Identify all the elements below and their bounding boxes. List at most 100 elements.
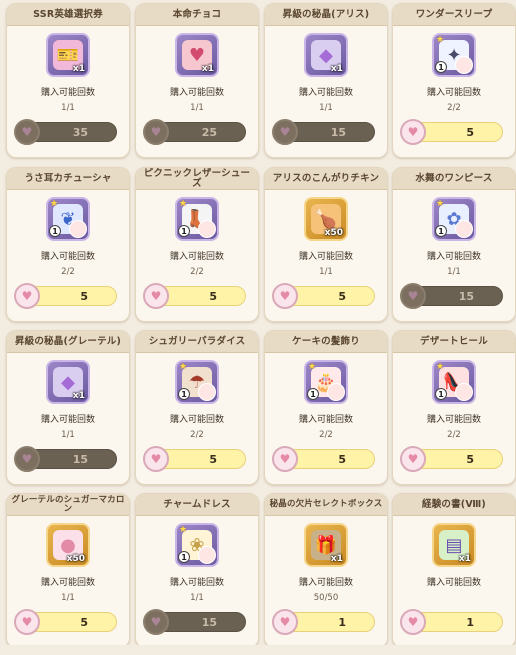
buy-button[interactable]: ♥ 1 — [400, 609, 503, 635]
buy-button[interactable]: ♥ 25 — [143, 119, 246, 145]
item-quantity: x50 — [66, 554, 85, 564]
item-name: グレーテルのシュガーマカロン — [7, 494, 129, 516]
buy-button[interactable]: ♥ 5 — [14, 283, 117, 309]
shop-grid: SSR英雄選択券 🎫 x1 購入可能回数 1/1 ♥ 35 本命チョコ ♥ x1 購入可能回数 1/1… — [0, 0, 516, 655]
buy-button[interactable]: ♥ 1 — [272, 609, 375, 635]
equip-count-badge: 1 — [49, 225, 61, 237]
heart-coin-icon: ♥ — [14, 609, 40, 635]
character-portrait-icon — [455, 220, 473, 238]
heart-coin-icon: ♥ — [272, 446, 298, 472]
item-name: ケーキの髪飾り — [265, 331, 387, 353]
price-value: 15 — [72, 452, 88, 466]
item-name: シュガリーパラダイス — [136, 331, 258, 353]
item-quantity: x1 — [458, 554, 471, 564]
purchase-limit-label: 購入可能回数 — [426, 578, 481, 588]
price-value: 5 — [80, 289, 88, 303]
item-icon-frame: ❦ ★ 1 — [46, 197, 90, 241]
shop-item-card[interactable]: グレーテルのシュガーマカロン ● x50 購入可能回数 1/1 ♥ 5 — [6, 493, 130, 648]
shop-item-card[interactable]: うさ耳カチューシャ ❦ ★ 1 購入可能回数 2/2 ♥ 5 — [6, 167, 130, 322]
star-icon: ★ — [179, 199, 188, 209]
buy-button[interactable]: ♥ 5 — [272, 446, 375, 472]
shop-item-card[interactable]: 水舞のワンピース ✿ ★ 1 購入可能回数 1/1 ♥ 15 — [392, 167, 516, 322]
purchase-limit-label: 購入可能回数 — [169, 252, 224, 262]
shop-item-card[interactable]: ケーキの髪飾り 🎂 ★ 1 購入可能回数 2/2 ♥ 5 — [264, 330, 388, 485]
heart-coin-icon: ♥ — [400, 609, 426, 635]
item-name: 昇級の秘晶(アリス) — [265, 4, 387, 26]
buy-button[interactable]: ♥ 15 — [143, 609, 246, 635]
buy-button[interactable]: ♥ 5 — [143, 446, 246, 472]
purchase-limit-label: 購入可能回数 — [40, 88, 95, 98]
item-quantity: x1 — [72, 64, 85, 74]
purchase-limit-label: 購入可能回数 — [298, 415, 353, 425]
purchase-remaining-count: 1/1 — [61, 593, 75, 603]
star-icon: ★ — [436, 35, 445, 45]
item-icon-frame: ✦ ★ 1 — [432, 33, 476, 77]
purchase-limit-label: 購入可能回数 — [40, 415, 95, 425]
item-name: 水舞のワンピース — [393, 168, 515, 190]
buy-button[interactable]: ♥ 5 — [400, 119, 503, 145]
price-value: 5 — [338, 452, 346, 466]
character-portrait-icon — [327, 383, 345, 401]
purchase-limit-label: 購入可能回数 — [298, 578, 353, 588]
heart-coin-icon: ♥ — [272, 283, 298, 309]
buy-button[interactable]: ♥ 5 — [272, 283, 375, 309]
price-value: 15 — [201, 615, 217, 629]
star-icon: ★ — [436, 199, 445, 209]
purchase-limit-label: 購入可能回数 — [298, 88, 353, 98]
item-icon-frame: ✿ ★ 1 — [432, 197, 476, 241]
heart-coin-icon: ♥ — [14, 446, 40, 472]
shop-item-card[interactable]: ワンダースリープ ✦ ★ 1 購入可能回数 2/2 ♥ 5 — [392, 3, 516, 158]
shop-item-card[interactable]: 昇級の秘晶(グレーテル) ◆ x1 購入可能回数 1/1 ♥ 15 — [6, 330, 130, 485]
heart-coin-icon: ♥ — [143, 446, 169, 472]
item-icon-frame: ☂ ★ 1 — [175, 360, 219, 404]
purchase-remaining-count: 1/1 — [190, 103, 204, 113]
shop-item-card[interactable]: 秘晶の欠片セレクトボックス 🎁 x1 購入可能回数 50/50 ♥ 1 — [264, 493, 388, 648]
item-quantity: x1 — [72, 391, 85, 401]
item-quantity: x1 — [201, 64, 214, 74]
shop-item-card[interactable]: ピクニックレザーシューズ 👢 ★ 1 購入可能回数 2/2 ♥ 5 — [135, 167, 259, 322]
shop-item-card[interactable]: 経験の書(Ⅷ) ▤ x1 購入可能回数 ♥ 1 — [392, 493, 516, 648]
item-icon-frame: 🎁 x1 — [304, 523, 348, 567]
buy-button[interactable]: ♥ 15 — [400, 283, 503, 309]
price-value: 35 — [72, 125, 88, 139]
item-name: チャームドレス — [136, 494, 258, 516]
item-icon-frame: ◆ x1 — [46, 360, 90, 404]
purchase-limit-label: 購入可能回数 — [426, 88, 481, 98]
shop-item-card[interactable]: チャームドレス ❀ ★ 1 購入可能回数 1/1 ♥ 15 — [135, 493, 259, 648]
price-value: 5 — [209, 289, 217, 303]
buy-button[interactable]: ♥ 5 — [143, 283, 246, 309]
buy-button[interactable]: ♥ 15 — [14, 446, 117, 472]
item-name: ワンダースリープ — [393, 4, 515, 26]
shop-item-card[interactable]: アリスのこんがりチキン 🍗 x50 購入可能回数 1/1 ♥ 5 — [264, 167, 388, 322]
shop-item-card[interactable]: SSR英雄選択券 🎫 x1 購入可能回数 1/1 ♥ 35 — [6, 3, 130, 158]
equip-count-badge: 1 — [178, 388, 190, 400]
shop-item-card[interactable]: 昇級の秘晶(アリス) ◆ x1 購入可能回数 1/1 ♥ 15 — [264, 3, 388, 158]
heart-coin-icon: ♥ — [143, 283, 169, 309]
item-icon-frame: 🎫 x1 — [46, 33, 90, 77]
item-quantity: x50 — [324, 228, 343, 238]
shop-item-card[interactable]: シュガリーパラダイス ☂ ★ 1 購入可能回数 2/2 ♥ 5 — [135, 330, 259, 485]
shop-item-card[interactable]: デザートヒール 👠 ★ 1 購入可能回数 2/2 ♥ 5 — [392, 330, 516, 485]
buy-button[interactable]: ♥ 35 — [14, 119, 117, 145]
purchase-remaining-count: 50/50 — [313, 593, 339, 603]
purchase-limit-label: 購入可能回数 — [169, 415, 224, 425]
item-icon-frame: ♥ x1 — [175, 33, 219, 77]
shop-item-card[interactable]: 本命チョコ ♥ x1 購入可能回数 1/1 ♥ 25 — [135, 3, 259, 158]
buy-button[interactable]: ♥ 5 — [14, 609, 117, 635]
star-icon: ★ — [179, 362, 188, 372]
item-name: ピクニックレザーシューズ — [136, 168, 258, 190]
equip-count-badge: 1 — [435, 61, 447, 73]
item-icon-frame: ◆ x1 — [304, 33, 348, 77]
item-name: SSR英雄選択券 — [7, 4, 129, 26]
heart-coin-icon: ♥ — [400, 119, 426, 145]
buy-button[interactable]: ♥ 5 — [400, 446, 503, 472]
item-icon-frame: 🍗 x50 — [304, 197, 348, 241]
buy-button[interactable]: ♥ 15 — [272, 119, 375, 145]
item-icon-frame: 👠 ★ 1 — [432, 360, 476, 404]
item-name: 昇級の秘晶(グレーテル) — [7, 331, 129, 353]
item-icon-frame: ● x50 — [46, 523, 90, 567]
purchase-remaining-count: 1/1 — [319, 267, 333, 277]
purchase-remaining-count: 2/2 — [61, 267, 75, 277]
item-quantity: x1 — [330, 64, 343, 74]
price-value: 25 — [201, 125, 217, 139]
